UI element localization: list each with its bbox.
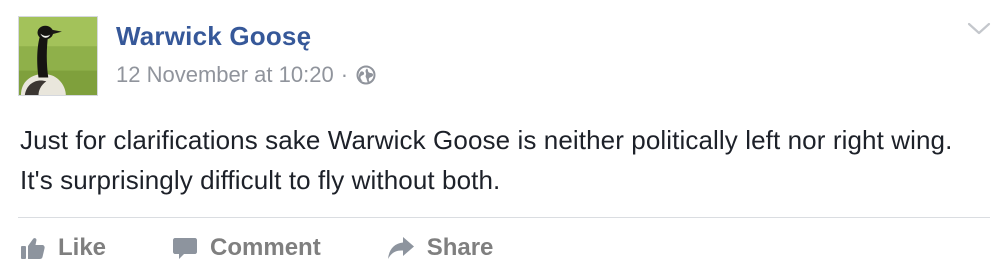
comment-label: Comment xyxy=(210,234,321,261)
avatar[interactable] xyxy=(18,16,98,96)
divider xyxy=(18,217,990,218)
post-meta: 12 November at 10:20 · xyxy=(116,60,376,90)
share-icon xyxy=(387,235,415,261)
meta-separator: · xyxy=(340,62,349,87)
post-card: Warwick Goosę 12 November at 10:20 · Jus… xyxy=(0,0,1004,274)
share-button[interactable]: Share xyxy=(387,234,494,262)
chevron-down-icon[interactable] xyxy=(966,20,992,38)
goose-avatar-image xyxy=(19,17,97,95)
post-message: Just for clarifications sake Warwick Goo… xyxy=(20,125,953,195)
post-timestamp[interactable]: 12 November at 10:20 xyxy=(116,62,334,88)
like-button[interactable]: Like xyxy=(20,234,106,262)
thumbs-up-icon xyxy=(20,235,46,261)
post-author-link[interactable]: Warwick Goosę xyxy=(116,21,311,52)
comment-icon xyxy=(172,235,198,261)
like-label: Like xyxy=(58,234,107,261)
comment-button[interactable]: Comment xyxy=(172,234,321,262)
share-label: Share xyxy=(426,234,494,261)
post-actions: Like Comment Share xyxy=(20,228,493,268)
globe-icon[interactable] xyxy=(356,65,376,85)
